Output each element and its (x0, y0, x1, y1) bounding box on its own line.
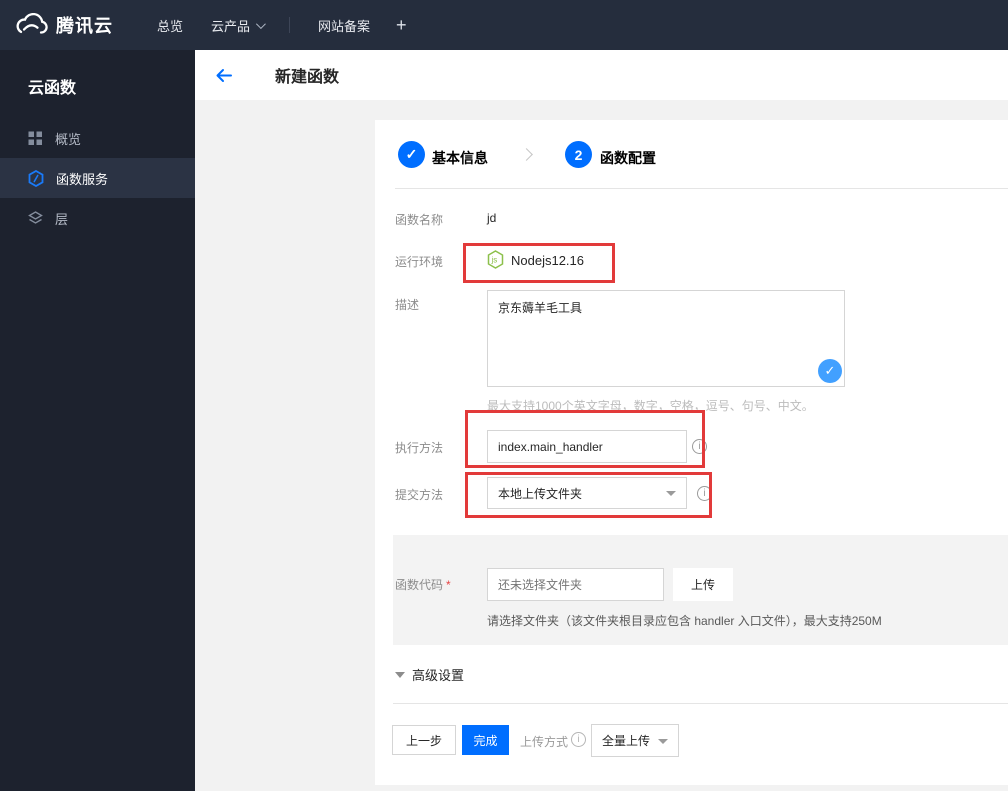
step1-done-check-icon: ✓ (398, 141, 425, 168)
nav-item-overview[interactable]: 总览 (157, 16, 183, 35)
info-glyph: i (577, 734, 580, 745)
advanced-settings-toggle[interactable]: 高级设置 (395, 665, 464, 684)
upload-mode-select[interactable]: 全量上传 (591, 724, 679, 757)
tencent-cloud-console: 腾讯云 总览 云产品 网站备案 + 云函数 概览 函数服务 层 新建函数 ✓ 基… (0, 0, 1008, 791)
svg-text:js: js (491, 256, 498, 265)
nav-products-label: 云产品 (211, 18, 251, 34)
brand-name: 腾讯云 (56, 16, 113, 36)
upload-mode-value: 全量上传 (602, 734, 651, 748)
layers-icon (28, 210, 43, 226)
nav-item-products[interactable]: 云产品 (211, 16, 266, 35)
sidebar-title: 云函数 (28, 80, 77, 97)
back-arrow-icon[interactable] (215, 68, 233, 83)
chevron-down-icon (255, 18, 266, 29)
dropdown-caret-icon (658, 738, 668, 744)
nav-overview-label: 总览 (157, 18, 184, 34)
info-glyph: i (703, 488, 706, 499)
handler-input[interactable] (487, 430, 687, 463)
folder-path-input[interactable] (487, 568, 664, 601)
step-chevron-icon (520, 148, 533, 161)
sidebar: 云函数 概览 函数服务 层 (0, 50, 195, 791)
upload-button[interactable]: 上传 (673, 568, 733, 601)
step1-label: 基本信息 (432, 150, 488, 166)
runtime-label: 运行环境 (395, 255, 444, 269)
cloud-logo-icon (14, 13, 48, 37)
submit-method-value: 本地上传文件夹 (498, 486, 583, 501)
check-icon: ✓ (405, 146, 418, 162)
upload-mode-label: 上传方式 (520, 735, 569, 749)
description-hint: 最大支持1000个英文字母，数字，空格，逗号、句号、中文。 (487, 399, 814, 413)
function-code-hint: 请选择文件夹（该文件夹根目录应包含 handler 入口文件），最大支持250M (487, 614, 882, 628)
description-textarea[interactable]: 京东薅羊毛工具 (487, 290, 845, 387)
step2-number-badge: 2 (565, 141, 592, 168)
handler-label: 执行方法 (395, 441, 444, 455)
function-code-label-text: 函数代码 (395, 578, 444, 592)
create-function-panel: ✓ 基本信息 2 函数配置 函数名称 jd 运行环境 js Nodejs12.1… (375, 120, 1008, 785)
function-name-value: jd (487, 211, 497, 225)
function-hexagon-icon (28, 169, 44, 187)
advanced-settings-label: 高级设置 (412, 668, 465, 683)
sidebar-item-function-service[interactable]: 函数服务 (0, 158, 195, 198)
nav-divider (289, 17, 291, 33)
required-asterisk: * (446, 578, 451, 592)
sidebar-item-label: 函数服务 (56, 171, 109, 187)
function-code-label: 函数代码 * (395, 576, 451, 593)
function-name-label: 函数名称 (395, 213, 444, 227)
page-title: 新建函数 (275, 69, 340, 86)
submit-method-label: 提交方法 (395, 488, 444, 502)
check-icon: ✓ (824, 363, 836, 378)
submit-method-info-icon[interactable]: i (697, 486, 712, 501)
top-navbar: 腾讯云 总览 云产品 网站备案 + (0, 0, 1008, 50)
previous-step-button[interactable]: 上一步 (392, 725, 456, 755)
submit-method-select[interactable]: 本地上传文件夹 (487, 477, 687, 509)
step2-number: 2 (574, 146, 583, 163)
finish-button[interactable]: 完成 (462, 725, 509, 755)
nodejs-icon: js (487, 250, 504, 269)
nav-item-icp[interactable]: 网站备案 (318, 16, 370, 35)
valid-check-bubble: ✓ (818, 359, 842, 383)
nav-icp-label: 网站备案 (318, 18, 371, 34)
steps-divider (395, 188, 1008, 189)
description-label: 描述 (395, 298, 420, 312)
grid-icon (28, 131, 43, 146)
brand-logo[interactable]: 腾讯云 (0, 12, 127, 38)
footer-divider (393, 703, 1008, 704)
sidebar-item-label: 层 (55, 211, 69, 227)
add-tab-button[interactable]: + (396, 15, 407, 36)
handler-info-icon[interactable]: i (692, 439, 707, 454)
sidebar-item-overview[interactable]: 概览 (0, 118, 195, 158)
sidebar-item-label: 概览 (55, 131, 82, 147)
info-glyph: i (698, 441, 701, 452)
page-header: 新建函数 (195, 50, 1008, 100)
step2-label: 函数配置 (600, 150, 656, 166)
runtime-value: Nodejs12.16 (511, 253, 584, 268)
triangle-down-icon (395, 671, 405, 678)
sidebar-item-layers[interactable]: 层 (0, 198, 195, 238)
upload-mode-info-icon[interactable]: i (571, 732, 586, 747)
dropdown-caret-icon (666, 491, 676, 496)
